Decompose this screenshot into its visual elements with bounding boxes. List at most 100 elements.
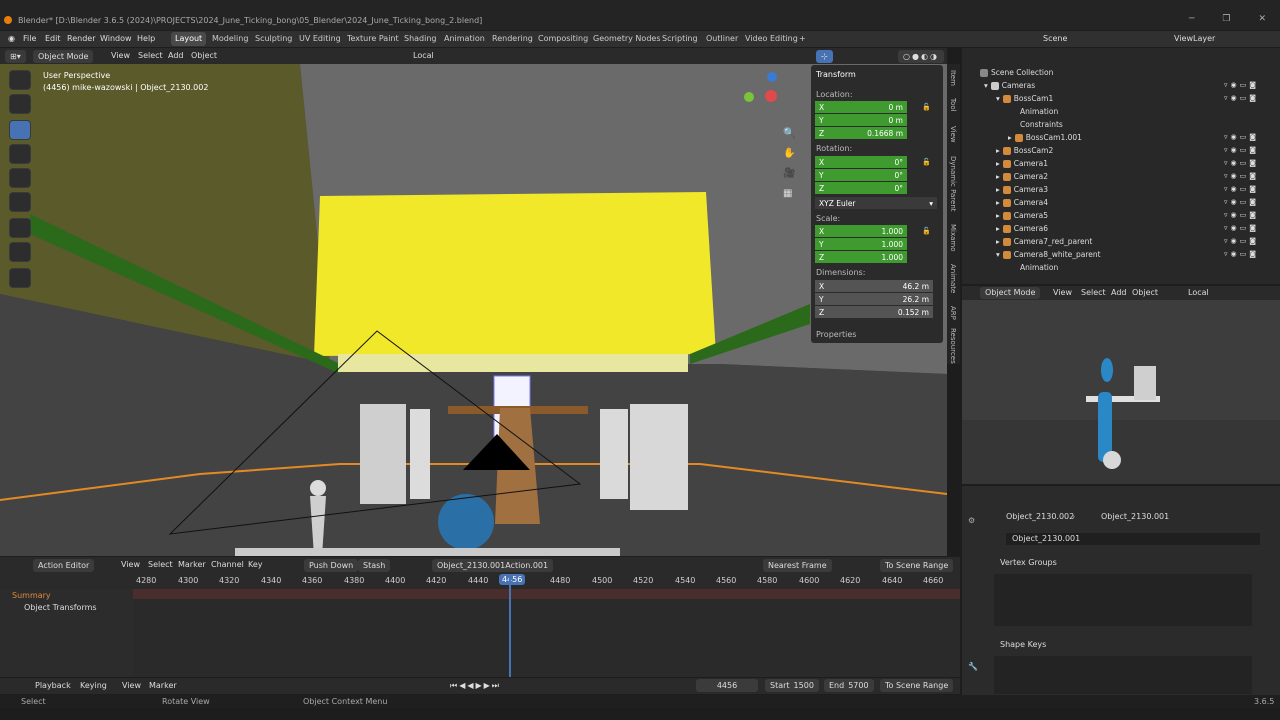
summary-track[interactable] (133, 589, 960, 599)
gizmo-x-axis-icon[interactable] (765, 90, 777, 102)
workspace-tab-outliner[interactable]: Outliner (706, 34, 738, 43)
location-z-field[interactable]: Z 0.1668 m (815, 127, 907, 139)
list-item[interactable]: ▸ Camera3 (996, 185, 1048, 194)
lock-icon[interactable]: 🔓 (922, 103, 931, 111)
tab-view[interactable]: View (949, 126, 957, 143)
transform-orientation-dropdown[interactable]: Local (1188, 288, 1209, 297)
list-item[interactable]: ▸ BossCam1.001 (1008, 133, 1082, 142)
viewport-menu-add[interactable]: Add (1111, 288, 1127, 297)
gizmo-y-axis-icon[interactable] (744, 92, 754, 102)
dopesheet-menu-select[interactable]: Select (148, 560, 173, 569)
summary-channel[interactable]: Summary (12, 591, 51, 600)
timeline-menu-marker[interactable]: Marker (149, 681, 177, 690)
stash-button[interactable]: Stash (358, 559, 391, 572)
mesh-data-name-field[interactable]: Object_2130.001 (1006, 533, 1260, 545)
shape-keys-header[interactable]: Shape Keys (1000, 640, 1046, 649)
list-item[interactable]: ▸ Camera1 (996, 159, 1048, 168)
dimension-y-field[interactable]: Y 26.2 m (815, 293, 933, 305)
minimize-icon[interactable]: ─ (1189, 14, 1194, 24)
maximize-icon[interactable]: ❐ (1222, 14, 1230, 24)
visibility-toggles[interactable]: ▿◉▭◙ (1224, 159, 1259, 167)
visibility-toggles[interactable]: ▿◉▭◙ (1224, 237, 1259, 245)
tab-mixamo[interactable]: Mixamo (949, 224, 957, 252)
viewport-menu-select[interactable]: Select (138, 51, 163, 60)
tab-resources[interactable]: Resources (949, 328, 957, 364)
menu-file[interactable]: File (23, 34, 36, 43)
scale-x-field[interactable]: X 1.000 (815, 225, 907, 237)
tab-tool[interactable]: Tool (949, 98, 957, 112)
to-scene-range-button[interactable]: To Scene Range (880, 559, 954, 572)
workspace-tab-animation[interactable]: Animation (444, 34, 485, 43)
shape-keys-list[interactable] (994, 656, 1252, 694)
list-item[interactable]: Animation (1020, 107, 1058, 116)
ortho-grid-icon[interactable]: ▦ (783, 188, 792, 199)
action-name-field[interactable]: Object_2130.001Action.001 (432, 559, 554, 572)
list-item[interactable]: ▸ Camera7_red_parent (996, 237, 1092, 246)
viewport-menu-object[interactable]: Object (191, 51, 217, 60)
dopesheet-menu-view[interactable]: View (121, 560, 140, 569)
cursor-icon[interactable] (9, 94, 31, 114)
list-item[interactable]: ▸ Camera4 (996, 198, 1048, 207)
dopesheet-menu-marker[interactable]: Marker (178, 560, 206, 569)
3d-viewport[interactable]: User Perspective (4456) mike-wazowski | … (0, 64, 947, 556)
measure-icon[interactable] (9, 242, 31, 262)
tab-item[interactable]: Item (949, 70, 957, 86)
shading-mode-buttons[interactable]: ○●◐◑ (898, 50, 944, 63)
tab-animate[interactable]: Animate (949, 264, 957, 293)
list-item[interactable]: ▾ Camera8_white_parent (996, 250, 1101, 259)
editor-type-icon[interactable]: ⊞▾ (5, 50, 26, 63)
workspace-tab-scripting[interactable]: Scripting (662, 34, 698, 43)
workspace-tab-shading[interactable]: Shading (404, 34, 437, 43)
start-frame-field[interactable]: Start 1500 (765, 679, 819, 692)
visibility-toggles[interactable]: ▿◉▭◙ (1224, 172, 1259, 180)
pan-hand-icon[interactable]: ✋ (783, 148, 795, 159)
visibility-toggles[interactable]: ▿◉▭◙ (1224, 94, 1259, 102)
location-x-field[interactable]: X0 m (815, 101, 907, 113)
scale-z-field[interactable]: Z 1.000 (815, 251, 907, 263)
snap-mode-dropdown[interactable]: Nearest Frame (763, 559, 832, 572)
wrench-modifier-icon[interactable]: 🔧 (968, 662, 978, 671)
move-icon[interactable] (9, 120, 31, 140)
select-box-icon[interactable] (9, 70, 31, 90)
viewport-menu-object[interactable]: Object (1132, 288, 1158, 297)
list-item[interactable]: Constraints (1020, 120, 1063, 129)
dimension-z-field[interactable]: Z 0.152 m (815, 306, 933, 318)
current-frame-field[interactable]: 4456 (696, 679, 758, 692)
workspace-tab-layout[interactable]: Layout (171, 32, 207, 46)
transform-orientation-dropdown[interactable]: Local (413, 51, 434, 60)
navigation-gizmo[interactable] (742, 70, 798, 126)
list-item[interactable]: ▾ Cameras (984, 81, 1035, 90)
action-editor-dropdown[interactable]: Action Editor (33, 559, 95, 572)
to-scene-range-button[interactable]: To Scene Range (880, 679, 954, 692)
workspace-tab-geometry-nodes[interactable]: Geometry Nodes (593, 34, 660, 43)
frame-ruler[interactable]: 4280 4300 4320 4340 4360 4380 4400 4420 … (133, 574, 960, 587)
list-item[interactable]: Scene Collection (980, 68, 1053, 77)
tool-properties-icon[interactable]: ⚙ (968, 516, 975, 525)
object-mode-dropdown[interactable]: Object Mode (980, 287, 1041, 299)
list-item[interactable]: ▾ BossCam1 (996, 94, 1053, 103)
camera-view-icon[interactable]: 🎥 (783, 168, 795, 179)
workspace-tab-sculpting[interactable]: Sculpting (255, 34, 292, 43)
rotation-x-field[interactable]: X 0° (815, 156, 907, 168)
menu-edit[interactable]: Edit (45, 34, 61, 43)
workspace-tab-uv-editing[interactable]: UV Editing (299, 34, 341, 43)
dimension-x-field[interactable]: X 46.2 m (815, 280, 933, 292)
vertex-groups-list[interactable] (994, 574, 1252, 626)
rotate-icon[interactable] (9, 144, 31, 164)
push-down-button[interactable]: Push Down (304, 559, 359, 572)
transform-icon[interactable] (9, 192, 31, 212)
dopesheet-menu-channel[interactable]: Channel (211, 560, 244, 569)
list-item[interactable]: Animation (1020, 263, 1058, 272)
rotation-mode-dropdown[interactable]: XYZ Euler ▾ (815, 197, 937, 209)
camera-viewport[interactable]: Object Mode View Select Add Object Local (962, 286, 1280, 484)
close-icon[interactable]: ✕ (1258, 14, 1266, 24)
visibility-toggles[interactable]: ▿◉▭◙ (1224, 185, 1259, 193)
add-cube-icon[interactable] (9, 268, 31, 288)
lock-icon[interactable]: 🔓 (922, 227, 931, 235)
visibility-toggles[interactable]: ▿◉▭◙ (1224, 198, 1259, 206)
scale-y-field[interactable]: Y 1.000 (815, 238, 907, 250)
scene-name[interactable]: Scene (1043, 34, 1067, 43)
list-item[interactable]: ▸ Camera6 (996, 224, 1048, 233)
menu-window[interactable]: Window (100, 34, 132, 43)
end-frame-field[interactable]: End 5700 (824, 679, 874, 692)
